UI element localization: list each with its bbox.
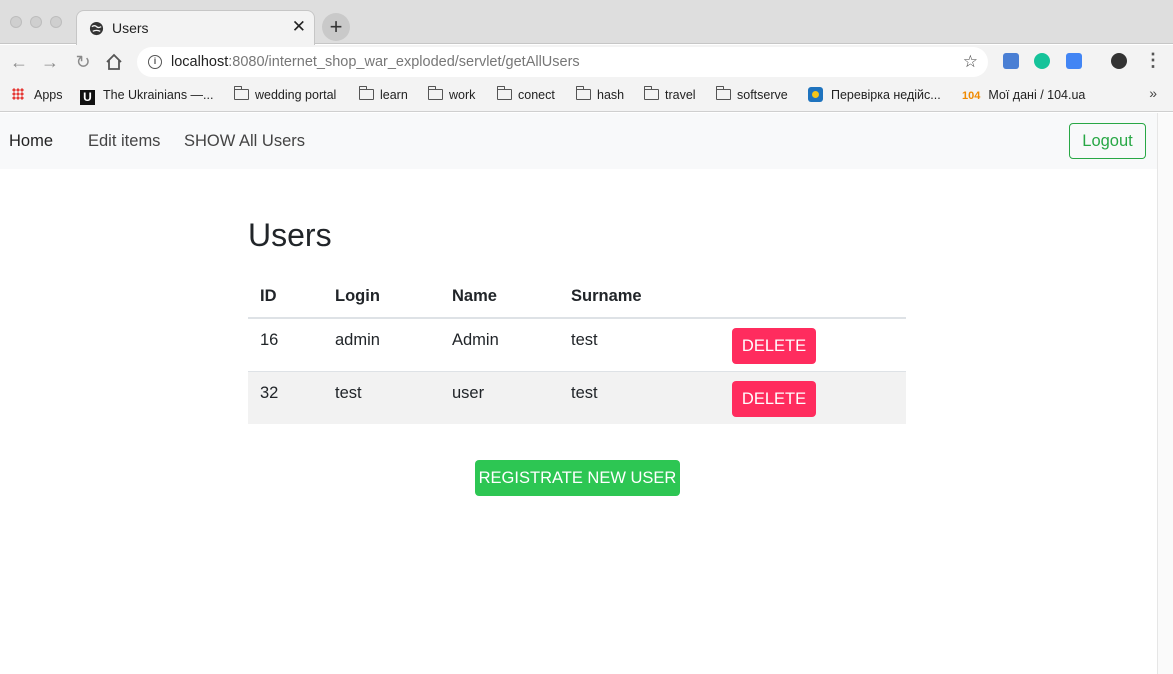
folder-icon [496,86,512,100]
folder-icon [715,86,731,100]
profile-avatar-icon[interactable] [1111,53,1127,69]
forward-arrow-icon[interactable]: → [39,51,61,73]
browser-tab-active[interactable]: Users ✕ [76,10,315,45]
bookmark-104ua[interactable]: 104 Мої дані / 104.ua [962,86,1085,104]
browser-menu-icon[interactable]: ⋮ [1144,50,1162,71]
column-header-id: ID [248,276,323,319]
bookmark-softserve[interactable]: softserve [715,86,788,104]
grammarly-icon[interactable] [1034,53,1050,69]
bookmark-learn[interactable]: learn [358,86,408,104]
bookmark-star-icon[interactable]: ☆ [963,52,978,72]
folder-icon [358,86,374,100]
page-scrollbar[interactable] [1157,113,1173,674]
home-icon[interactable] [104,52,124,72]
page-title: Users [248,217,332,253]
bookmarks-overflow-icon[interactable]: » [1149,85,1157,101]
bookmarks-bar: Apps U The Ukrainians —... wedding portal… [0,79,1173,112]
nav-link-home[interactable]: Home [9,132,53,151]
cell-id: 32 [248,370,323,424]
folder-icon [427,86,443,100]
site-info-icon[interactable]: i [148,55,162,69]
window-zoom-control[interactable] [50,16,62,28]
globe-icon [89,21,104,36]
cell-name: Admin [440,317,559,371]
cell-surname: test [559,317,720,371]
apps-grid-icon [12,88,24,100]
folder-icon [233,86,249,100]
bookmark-hash[interactable]: hash [575,86,624,104]
new-tab-icon[interactable]: + [322,13,350,41]
tab-title: Users [112,20,149,36]
window-minimize-control[interactable] [30,16,42,28]
bookmark-perevirka[interactable]: Перевірка недійс... [808,86,941,104]
window-close-control[interactable] [10,16,22,28]
bookmark-travel[interactable]: travel [643,86,696,104]
back-arrow-icon[interactable]: ← [8,51,30,73]
bookmark-apps[interactable]: Apps [12,86,63,104]
extension-calendar-icon[interactable] [1003,53,1019,69]
bookmark-work[interactable]: work [427,86,475,104]
bookmark-conect[interactable]: conect [496,86,555,104]
logout-button[interactable]: Logout [1069,123,1146,159]
nav-link-show-all-users[interactable]: SHOW All Users [184,132,305,151]
translate-icon[interactable] [1066,53,1082,69]
table-header-row: ID Login Name Surname [248,276,906,319]
tab-close-icon[interactable]: ✕ [292,17,306,37]
u-logo-icon: U [80,90,95,105]
column-header-name: Name [440,276,559,319]
reload-icon[interactable]: ↻ [72,51,94,73]
bookmark-wedding-portal[interactable]: wedding portal [233,86,336,104]
browser-tab-bar: Users ✕ + [0,0,1173,45]
users-table: ID Login Name Surname 16 admin Admin tes… [248,276,906,424]
address-bar[interactable]: i localhost:8080/internet_shop_war_explo… [137,47,988,77]
104-icon: 104 [962,90,981,102]
cell-login: admin [323,317,440,371]
nav-link-edit-items[interactable]: Edit items [88,132,160,151]
folder-icon [575,86,591,100]
table-row: 16 admin Admin test DELETE [248,317,906,371]
delete-user-button[interactable]: DELETE [732,328,816,364]
cell-id: 16 [248,317,323,371]
table-row: 32 test user test DELETE [248,370,906,424]
app-navbar: Home Edit items SHOW All Users Logout [0,113,1157,169]
browser-toolbar: ← → ↻ i localhost:8080/internet_shop_war… [0,45,1173,79]
cell-login: test [323,370,440,424]
folder-icon [643,86,659,100]
site-favicon-icon [808,87,823,102]
column-header-login: Login [323,276,440,319]
register-new-user-button[interactable]: REGISTRATE NEW USER [475,460,680,496]
url-text: localhost:8080/internet_shop_war_explode… [171,54,580,70]
column-header-action [720,276,906,319]
cell-name: user [440,370,559,424]
cell-action: DELETE [720,317,906,371]
cell-surname: test [559,370,720,424]
bookmark-the-ukrainians[interactable]: U The Ukrainians —... [80,86,213,105]
column-header-surname: Surname [559,276,720,319]
cell-action: DELETE [720,370,906,424]
delete-user-button[interactable]: DELETE [732,380,816,417]
